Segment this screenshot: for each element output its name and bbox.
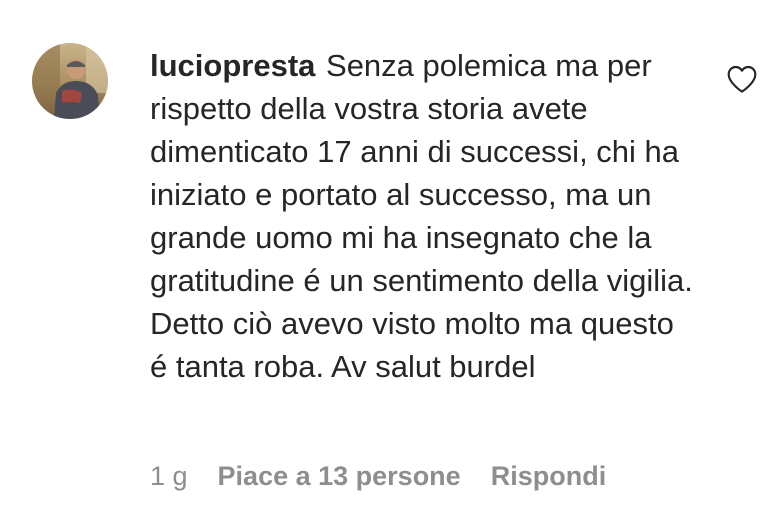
comment: luciopresta Senza polemica ma per rispet… xyxy=(0,0,767,526)
comment-body: luciopresta Senza polemica ma per rispet… xyxy=(150,44,695,388)
reply-button[interactable]: Rispondi xyxy=(491,458,607,494)
timestamp[interactable]: 1 g xyxy=(150,458,188,494)
comment-meta: 1 g Piace a 13 persone Rispondi xyxy=(150,458,606,494)
comment-text: Senza polemica ma per rispetto della vos… xyxy=(150,48,693,384)
username-link[interactable]: luciopresta xyxy=(150,48,315,83)
avatar[interactable] xyxy=(32,43,108,119)
heart-outline-icon[interactable] xyxy=(726,64,758,94)
likes-count-button[interactable]: Piace a 13 persone xyxy=(218,458,461,494)
